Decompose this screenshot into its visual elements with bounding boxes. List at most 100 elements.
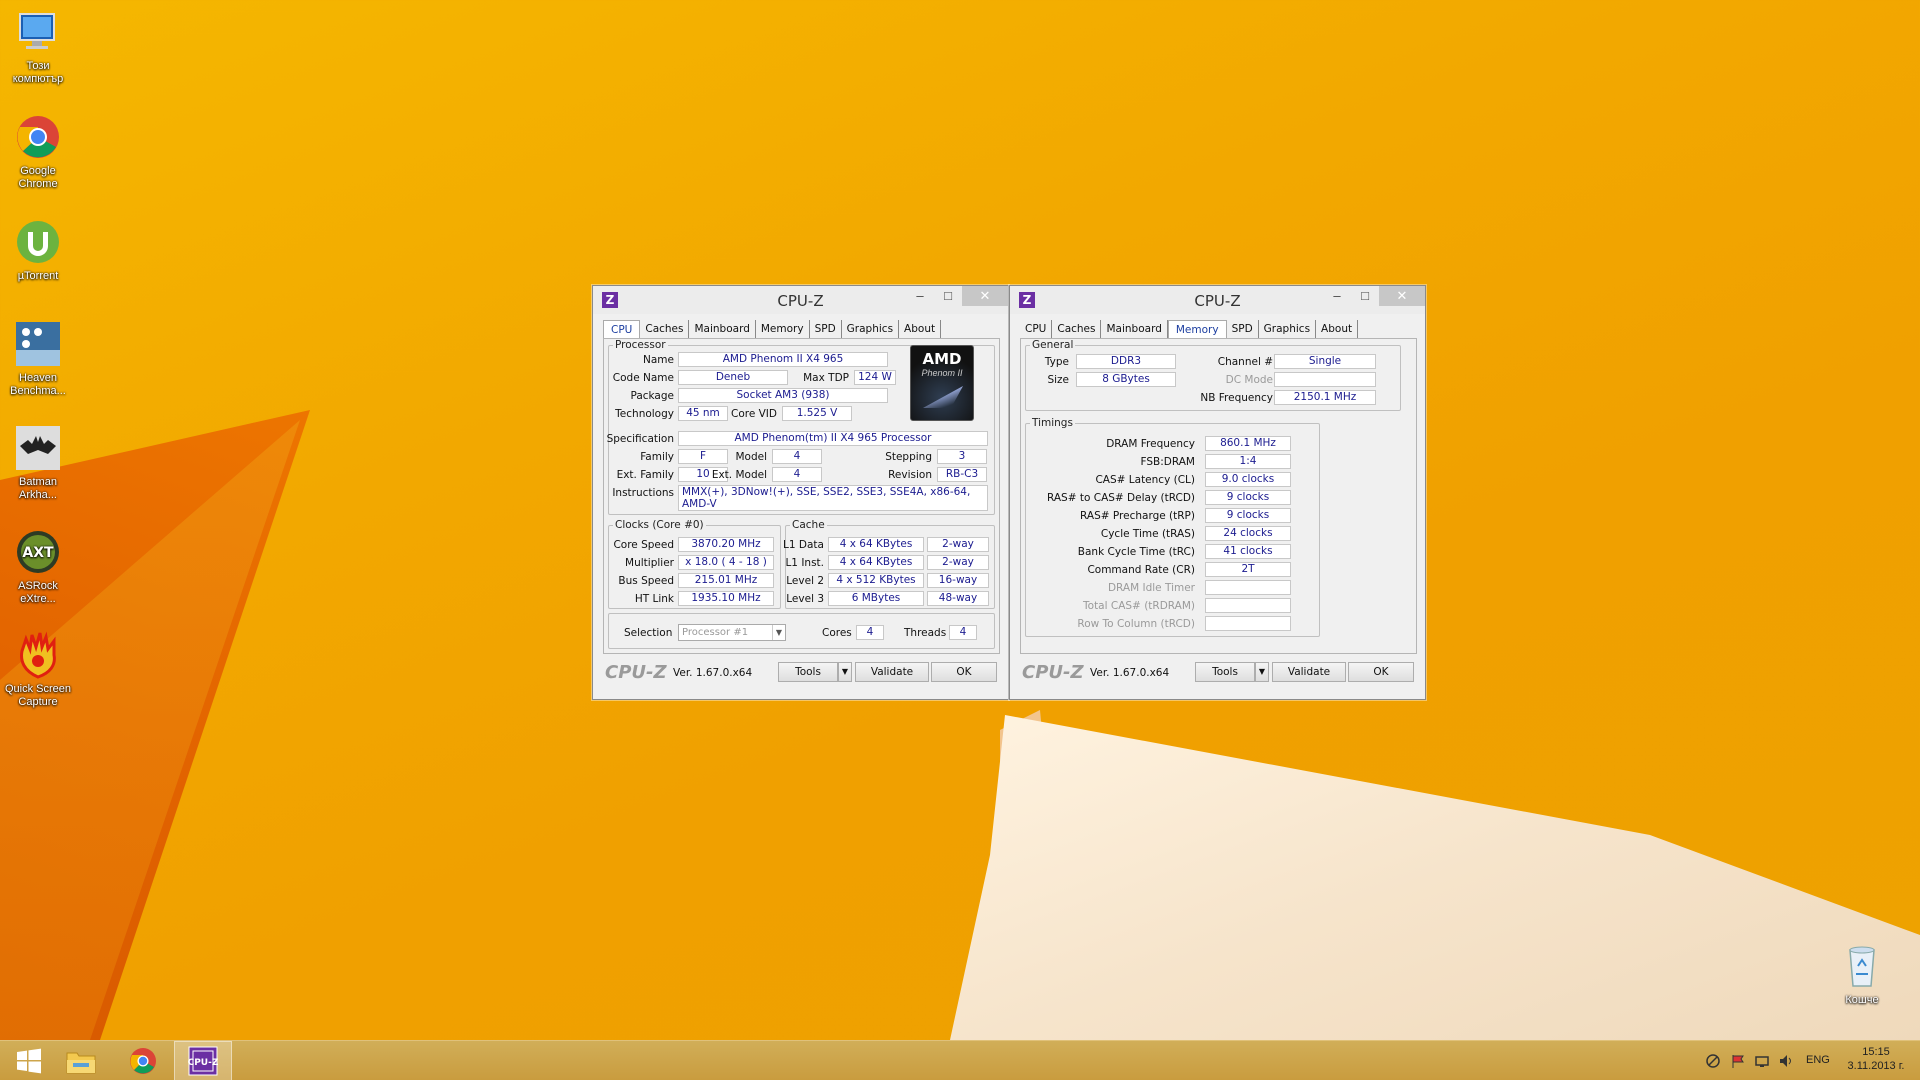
tab-about[interactable]: About [1316, 320, 1359, 338]
tab-mainboard[interactable]: Mainboard [689, 320, 756, 338]
extmodel-value: 4 [772, 467, 822, 482]
family-label: Family [640, 451, 674, 463]
tools-dropdown-button[interactable]: ▼ [1255, 662, 1269, 682]
processor-legend: Processor [615, 339, 666, 351]
recycle-bin-icon [1838, 942, 1886, 990]
cores-value: 4 [856, 625, 884, 640]
close-button[interactable]: ✕ [1379, 286, 1425, 306]
taskbar-chrome[interactable] [114, 1041, 172, 1080]
title-bar[interactable]: Z CPU-Z – □ ✕ [593, 286, 1008, 314]
tab-mainboard[interactable]: Mainboard [1101, 320, 1168, 338]
tools-dropdown-button[interactable]: ▼ [838, 662, 852, 682]
start-icon [17, 1048, 41, 1074]
tray-clock[interactable]: 15:15 3.11.2013 г. [1843, 1045, 1909, 1073]
timing-value [1205, 598, 1291, 613]
tray-volume-icon[interactable] [1778, 1053, 1794, 1072]
multiplier-value: x 18.0 ( 4 - 18 ) [678, 555, 774, 570]
validate-button[interactable]: Validate [855, 662, 929, 682]
timing-label: RAS# to CAS# Delay (tRCD) [1047, 492, 1195, 504]
tab-about[interactable]: About [899, 320, 942, 338]
desktop-icon-heaven-benchmark[interactable]: Heaven Benchma... [2, 320, 74, 398]
tab-graphics[interactable]: Graphics [842, 320, 900, 338]
quick-screen-capture-icon [14, 631, 62, 679]
family-value: F [678, 449, 728, 464]
desktop-icon-chrome[interactable]: Google Chrome [2, 113, 74, 191]
start-button[interactable] [0, 1041, 58, 1080]
l1data-value: 4 x 64 KBytes [828, 537, 924, 552]
heaven-benchmark-icon [14, 320, 62, 368]
ok-button[interactable]: OK [1348, 662, 1414, 682]
tray-network-icon[interactable] [1705, 1053, 1721, 1072]
l1data-label: L1 Data [783, 539, 824, 551]
channel-value: Single [1274, 354, 1376, 369]
desktop-icon-quick-screen-capture[interactable]: Quick Screen Capture [2, 631, 74, 709]
corespeed-label: Core Speed [613, 539, 674, 551]
batman-icon [14, 424, 62, 472]
instructions-value: MMX(+), 3DNow!(+), SSE, SSE2, SSE3, SSE4… [678, 485, 988, 511]
ok-button[interactable]: OK [931, 662, 997, 682]
model-label: Model [735, 451, 767, 463]
tab-graphics[interactable]: Graphics [1259, 320, 1317, 338]
tab-spd[interactable]: SPD [1227, 320, 1259, 338]
timing-value: 24 clocks [1205, 526, 1291, 541]
tab-spd[interactable]: SPD [810, 320, 842, 338]
stepping-label: Stepping [885, 451, 932, 463]
processor-select[interactable]: Processor #1 ▼ [678, 624, 786, 641]
selection-label: Selection [624, 627, 673, 639]
tab-memory[interactable]: Memory [756, 320, 810, 338]
close-button[interactable]: ✕ [962, 286, 1008, 306]
codename-label: Code Name [612, 372, 674, 384]
chrome-icon [130, 1048, 156, 1074]
desktop-icon-batman[interactable]: Batman Arkha... [2, 424, 74, 502]
desktop-icon-recycle-bin[interactable]: Кошче [1822, 942, 1902, 1007]
timing-label: CAS# Latency (CL) [1095, 474, 1195, 486]
timing-label: Command Rate (CR) [1087, 564, 1195, 576]
tab-cpu[interactable]: CPU [603, 320, 641, 338]
l3-label: Level 3 [786, 593, 824, 605]
desktop: Този компютър Google Chrome µTorrent Hea… [0, 0, 1920, 1040]
codename-value: Deneb [678, 370, 788, 385]
timing-value: 9.0 clocks [1205, 472, 1291, 487]
desktop-icon-asrock[interactable]: AXT ASRock eXtre... [2, 528, 74, 606]
busspeed-value: 215.01 MHz [678, 573, 774, 588]
cpuz-icon: CPU-Z [188, 1046, 218, 1076]
tray-language[interactable]: ENG [1806, 1054, 1830, 1066]
tools-button[interactable]: Tools [1195, 662, 1255, 682]
chevron-down-icon: ▼ [772, 625, 785, 640]
tab-cpu[interactable]: CPU [1020, 320, 1053, 338]
name-value: AMD Phenom II X4 965 [678, 352, 888, 367]
tab-caches[interactable]: Caches [640, 320, 690, 338]
minimize-button[interactable]: – [906, 286, 934, 306]
revision-value: RB-C3 [937, 467, 987, 482]
desktop-icon-this-pc[interactable]: Този компютър [2, 8, 74, 86]
amd-phenom-logo: AMD Phenom II [910, 345, 974, 421]
taskbar-cpuz[interactable]: CPU-Z [174, 1041, 232, 1080]
title-bar[interactable]: Z CPU-Z – □ ✕ [1010, 286, 1425, 314]
tab-bar: CPU Caches Mainboard Memory SPD Graphics… [603, 320, 942, 338]
model-value: 4 [772, 449, 822, 464]
size-label: Size [1047, 374, 1069, 386]
taskbar-file-explorer[interactable] [52, 1041, 110, 1080]
tab-memory[interactable]: Memory [1167, 320, 1227, 338]
desktop-icon-utorrent[interactable]: µTorrent [2, 218, 74, 283]
tray-connection-icon[interactable] [1754, 1053, 1770, 1072]
timing-value: 2T [1205, 562, 1291, 577]
maximize-button[interactable]: □ [934, 286, 962, 306]
l2-label: Level 2 [786, 575, 824, 587]
nbfreq-label: NB Frequency [1200, 392, 1273, 404]
tools-button[interactable]: Tools [778, 662, 838, 682]
htlink-value: 1935.10 MHz [678, 591, 774, 606]
timing-value: 41 clocks [1205, 544, 1291, 559]
maximize-button[interactable]: □ [1351, 286, 1379, 306]
timing-value: 860.1 MHz [1205, 436, 1291, 451]
tab-caches[interactable]: Caches [1052, 320, 1102, 338]
threads-value: 4 [949, 625, 977, 640]
minimize-button[interactable]: – [1323, 286, 1351, 306]
type-label: Type [1044, 356, 1069, 368]
timing-label: Row To Column (tRCD) [1077, 618, 1195, 630]
l2-value: 4 x 512 KBytes [828, 573, 924, 588]
memory-panel: General Type DDR3 Size 8 GBytes Channel … [1020, 338, 1417, 654]
validate-button[interactable]: Validate [1272, 662, 1346, 682]
tray-flag-icon[interactable] [1730, 1053, 1746, 1072]
clock-date: 3.11.2013 г. [1847, 1060, 1905, 1072]
